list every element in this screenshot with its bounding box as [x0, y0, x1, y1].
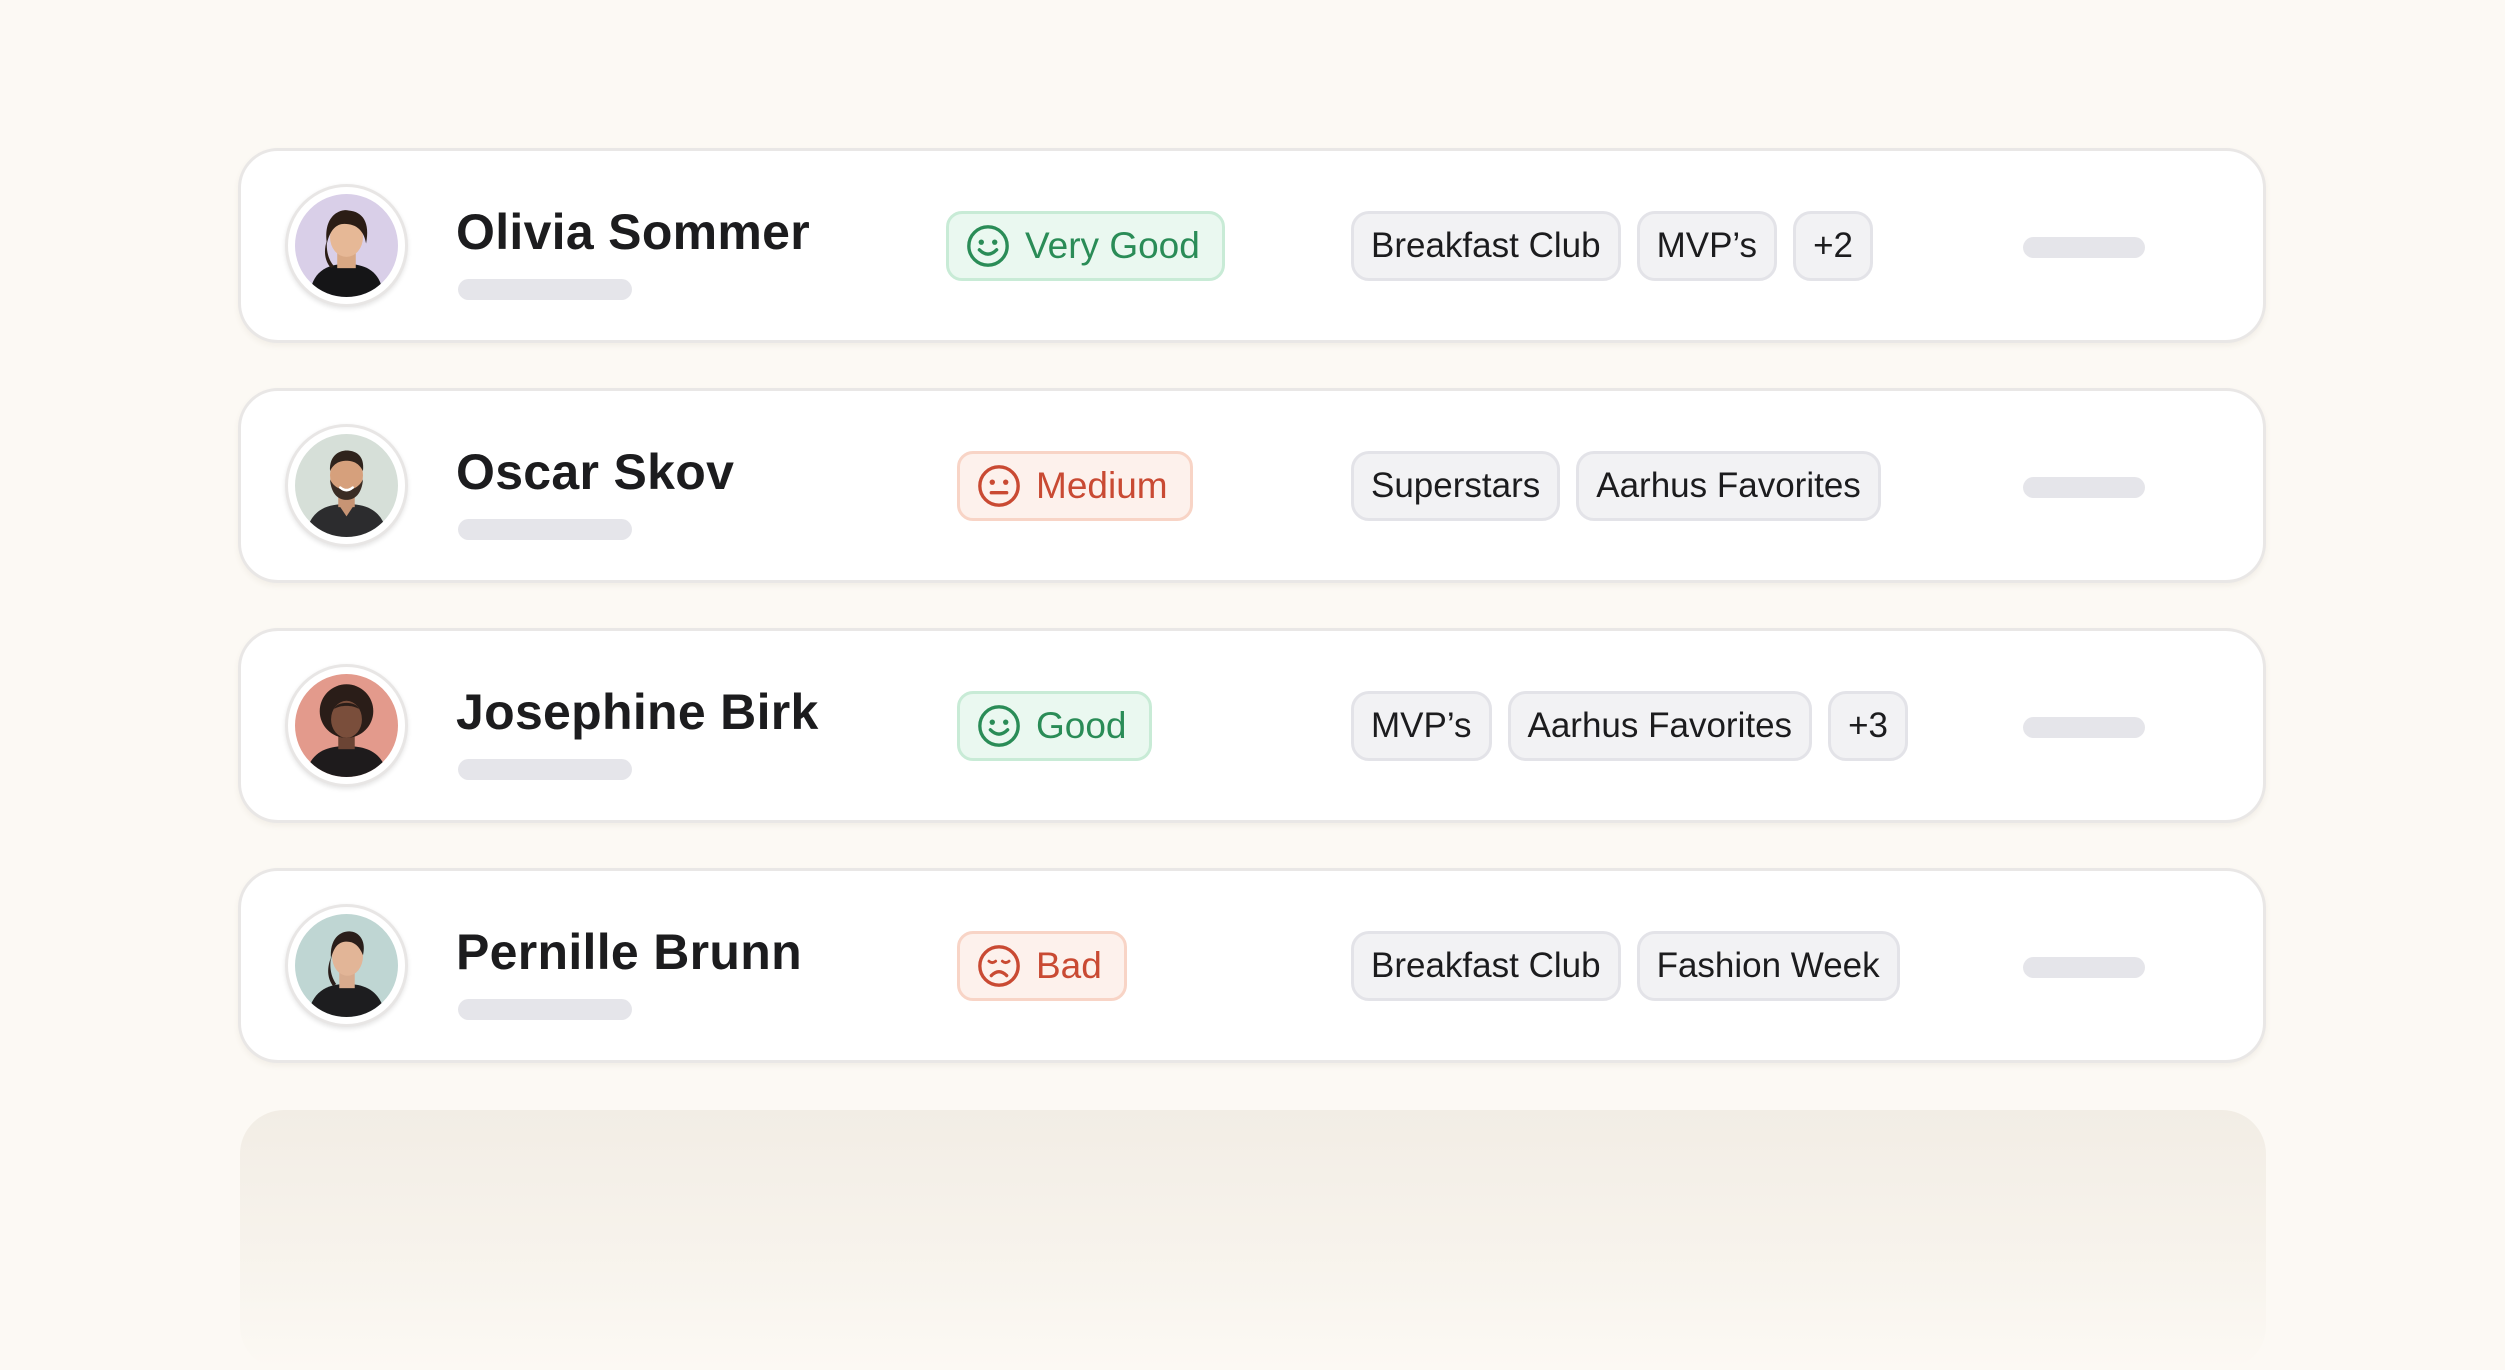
faded-placeholder-card — [240, 1110, 2266, 1370]
person-name: Oscar Skov — [456, 444, 735, 500]
neutral-face-icon — [978, 465, 1020, 507]
tag-chip[interactable]: Superstars — [1351, 451, 1561, 521]
value-placeholder — [2023, 957, 2145, 978]
more-tags-chip[interactable]: +2 — [1793, 211, 1873, 281]
smile-face-icon — [967, 225, 1009, 267]
person-name: Olivia Sommer — [456, 204, 811, 260]
tag-chip[interactable]: Aarhus Favorites — [1507, 691, 1813, 761]
avatar-photo — [295, 194, 398, 297]
sentiment-badge[interactable]: Good — [957, 691, 1152, 761]
tag-chip[interactable]: MVP’s — [1636, 211, 1778, 281]
sentiment-badge[interactable]: Very Good — [946, 211, 1225, 281]
smile-face-icon — [978, 705, 1020, 747]
people-list: Olivia Sommer Very Good Breakfast Club M… — [238, 148, 2266, 1108]
sentiment-badge[interactable]: Medium — [957, 451, 1193, 521]
subtitle-placeholder — [458, 279, 632, 300]
sentiment-label: Good — [1036, 705, 1127, 746]
subtitle-placeholder — [458, 999, 632, 1020]
tag-list: Breakfast Club Fashion Week — [1351, 931, 1916, 1001]
avatar-photo — [295, 914, 398, 1017]
tag-list: Superstars Aarhus Favorites — [1351, 451, 1897, 521]
avatar[interactable] — [285, 664, 408, 787]
tag-chip[interactable]: Breakfast Club — [1351, 931, 1621, 1001]
tag-chip[interactable]: Aarhus Favorites — [1576, 451, 1881, 521]
avatar[interactable] — [285, 424, 408, 547]
sad-face-icon — [978, 945, 1020, 987]
person-row[interactable]: Olivia Sommer Very Good Breakfast Club M… — [238, 148, 2266, 343]
value-placeholder — [2023, 237, 2145, 258]
sentiment-label: Bad — [1036, 945, 1102, 986]
tag-chip[interactable]: Breakfast Club — [1351, 211, 1621, 281]
person-row[interactable]: Josephine Birk Good MVP’s Aarhus Favorit… — [238, 628, 2266, 823]
tag-list: Breakfast Club MVP’s +2 — [1351, 211, 1889, 281]
more-tags-chip[interactable]: +3 — [1828, 691, 1908, 761]
value-placeholder — [2023, 477, 2145, 498]
avatar[interactable] — [285, 184, 408, 307]
sentiment-label: Medium — [1036, 465, 1168, 506]
sentiment-label: Very Good — [1025, 225, 1200, 266]
tag-chip[interactable]: Fashion Week — [1636, 931, 1900, 1001]
tag-list: MVP’s Aarhus Favorites +3 — [1351, 691, 1924, 761]
value-placeholder — [2023, 717, 2145, 738]
person-row[interactable]: Pernille Brunn Bad Breakfast Club Fashio… — [238, 868, 2266, 1063]
person-name: Pernille Brunn — [456, 924, 802, 980]
avatar-photo — [295, 434, 398, 537]
person-name: Josephine Birk — [456, 684, 819, 740]
person-row[interactable]: Oscar Skov Medium Superstars Aarhus Favo… — [238, 388, 2266, 583]
subtitle-placeholder — [458, 759, 632, 780]
subtitle-placeholder — [458, 519, 632, 540]
sentiment-badge[interactable]: Bad — [957, 931, 1127, 1001]
avatar-photo — [295, 674, 398, 777]
avatar[interactable] — [285, 904, 408, 1027]
tag-chip[interactable]: MVP’s — [1351, 691, 1492, 761]
